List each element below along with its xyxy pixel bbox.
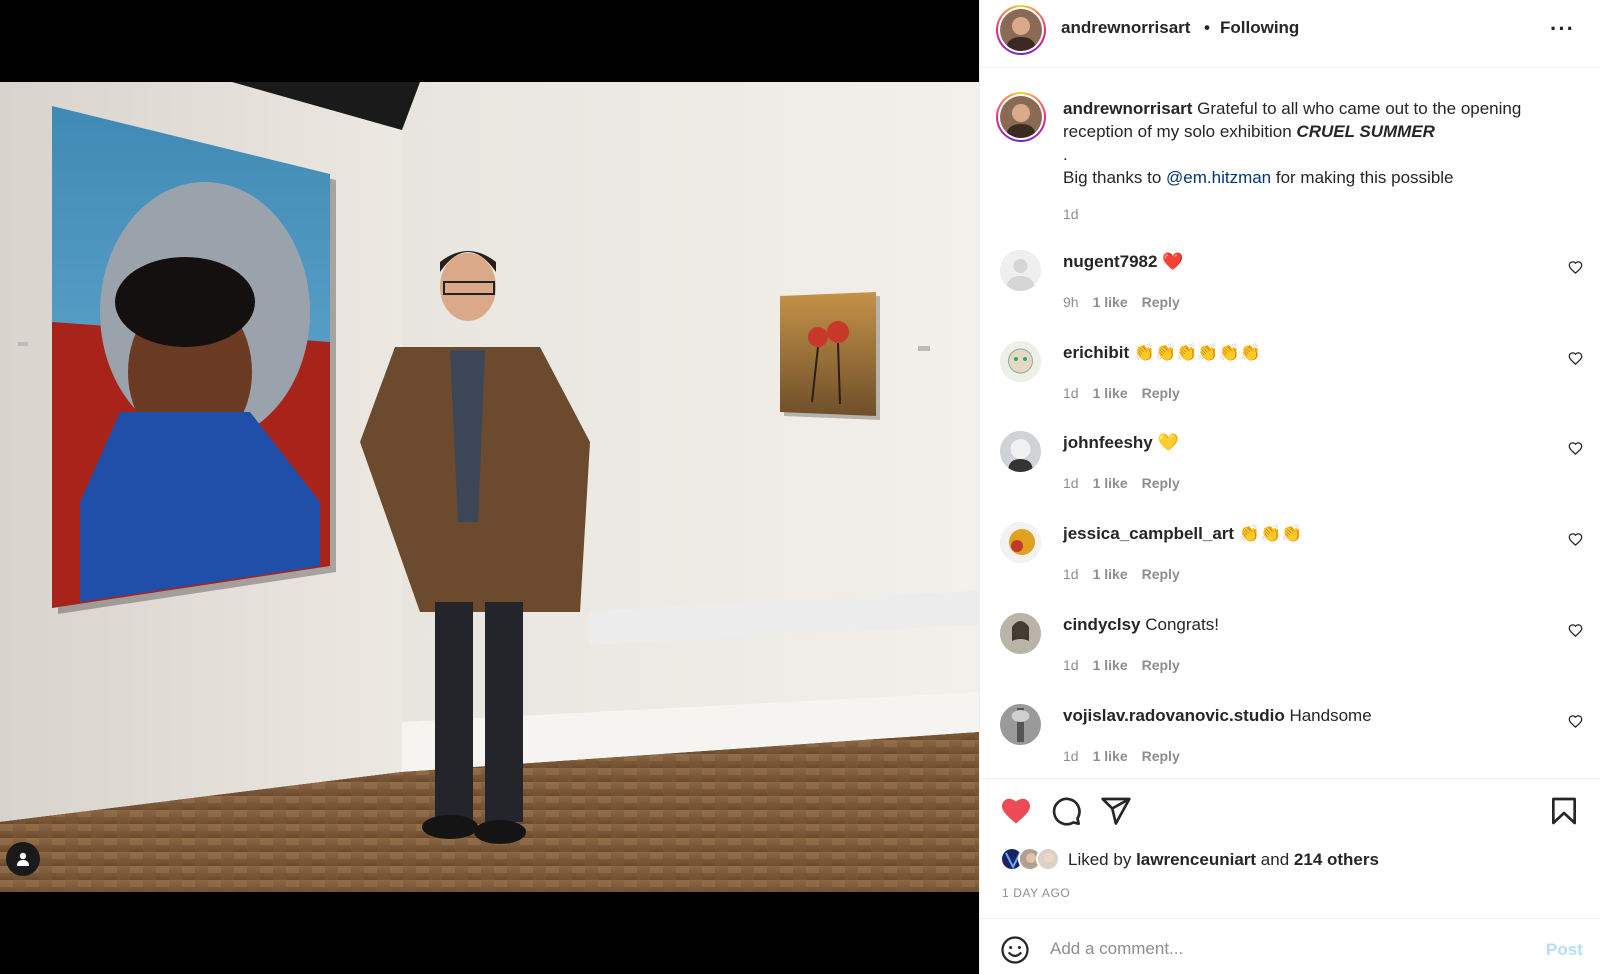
comment-line: erichibit 👏👏👏👏👏👏 [1063, 343, 1261, 363]
liked-by-prefix: Liked by [1068, 850, 1132, 869]
comment-time[interactable]: 1d [1063, 566, 1079, 582]
heart-filled-icon[interactable] [1000, 795, 1032, 827]
comment-time[interactable]: 1d [1063, 657, 1079, 673]
post-details-panel: andrewnorrisart • Following ··· andrewno… [979, 0, 1600, 974]
comment-item: cindyclsy Congrats! 1d 1 like Reply [980, 613, 1600, 705]
comment-text: Handsome [1289, 706, 1372, 725]
liked-by-user[interactable]: lawrenceuniart [1136, 850, 1256, 869]
comment-likes[interactable]: 1 like [1093, 294, 1128, 310]
comment-line: vojislav.radovanovic.studio Handsome [1063, 706, 1372, 726]
comment-meta: 1d 1 like Reply [1063, 475, 1194, 491]
comment-meta: 1d 1 like Reply [1063, 385, 1194, 401]
comment-meta: 1d 1 like Reply [1063, 566, 1194, 582]
comment-like-heart-icon[interactable] [1568, 351, 1583, 366]
comment-likes[interactable]: 1 like [1093, 385, 1128, 401]
comment-username[interactable]: vojislav.radovanovic.studio [1063, 706, 1285, 725]
comment-like-heart-icon[interactable] [1568, 441, 1583, 456]
comment-username[interactable]: nugent7982 [1063, 252, 1157, 271]
caption-username[interactable]: andrewnorrisart [1063, 99, 1192, 118]
comment-username[interactable]: cindyclsy [1063, 615, 1141, 634]
comment-time[interactable]: 1d [1063, 748, 1079, 764]
comment-bubble-icon[interactable] [1050, 795, 1082, 827]
liked-by-avatars[interactable] [1000, 847, 1066, 873]
comment-like-heart-icon[interactable] [1568, 260, 1583, 275]
caption-dot-line: . [1063, 145, 1068, 164]
likes-count-link[interactable]: 214 others [1294, 850, 1379, 869]
comment-username[interactable]: jessica_campbell_art [1063, 524, 1234, 543]
liked-by-text: Liked by lawrenceuniart and 214 others [1068, 850, 1379, 870]
comments-section[interactable]: andrewnorrisart Grateful to all who came… [980, 69, 1600, 778]
comment-meta: 1d 1 like Reply [1063, 657, 1194, 673]
more-options-icon[interactable]: ··· [1550, 18, 1575, 40]
user-tag-icon[interactable] [6, 842, 40, 876]
reply-button[interactable]: Reply [1142, 294, 1180, 310]
comment-text: 💛 [1157, 433, 1179, 452]
comment-text: 👏👏👏👏👏👏 [1133, 343, 1261, 362]
comment-item: nugent7982 ❤️ 9h 1 like Reply [980, 250, 1600, 342]
comment-likes[interactable]: 1 like [1093, 566, 1128, 582]
reply-button[interactable]: Reply [1142, 475, 1180, 491]
comment-time[interactable]: 1d [1063, 475, 1079, 491]
comment-text: ❤️ [1162, 252, 1184, 271]
comment-line: johnfeeshy 💛 [1063, 433, 1179, 453]
separator-dot: • [1204, 18, 1210, 37]
comment-like-heart-icon[interactable] [1568, 714, 1583, 729]
reply-button[interactable]: Reply [1142, 657, 1180, 673]
post-age[interactable]: 1 DAY AGO [1002, 886, 1070, 900]
caption-text: andrewnorrisart Grateful to all who came… [1063, 97, 1583, 189]
liked-by-and: and [1260, 850, 1290, 869]
add-comment-bar: Post [980, 918, 1600, 974]
post-media-panel [0, 0, 979, 974]
commenter-avatar[interactable] [1000, 250, 1041, 291]
bookmark-icon[interactable] [1548, 795, 1580, 827]
commenter-avatar[interactable] [1000, 613, 1041, 654]
comment-like-heart-icon[interactable] [1568, 623, 1583, 638]
commenter-avatar[interactable] [1000, 522, 1041, 563]
post-actions: Liked by lawrenceuniart and 214 others 1… [980, 778, 1600, 974]
reply-button[interactable]: Reply [1142, 385, 1180, 401]
thanks-suffix: for making this possible [1275, 168, 1454, 187]
author-username[interactable]: andrewnorrisart [1061, 18, 1190, 38]
smiley-icon[interactable] [1000, 935, 1030, 965]
comment-likes[interactable]: 1 like [1093, 657, 1128, 673]
comment-line: cindyclsy Congrats! [1063, 615, 1219, 635]
caption-timestamp[interactable]: 1d [1063, 206, 1079, 222]
commenter-avatar[interactable] [1000, 704, 1041, 745]
commenter-avatar[interactable] [1000, 341, 1041, 382]
comment-item: erichibit 👏👏👏👏👏👏 1d 1 like Reply [980, 341, 1600, 433]
paper-plane-icon[interactable] [1100, 795, 1132, 827]
comment-likes[interactable]: 1 like [1093, 748, 1128, 764]
thanks-prefix: Big thanks to [1063, 168, 1162, 187]
comment-like-heart-icon[interactable] [1568, 532, 1583, 547]
post-header: andrewnorrisart • Following ··· [980, 0, 1600, 68]
comment-item: vojislav.radovanovic.studio Handsome 1d 1… [980, 704, 1600, 778]
commenter-avatar[interactable] [1000, 431, 1041, 472]
comment-meta: 1d 1 like Reply [1063, 748, 1194, 764]
comment-username[interactable]: erichibit [1063, 343, 1129, 362]
comment-text: 👏👏👏 [1238, 524, 1303, 543]
comment-item: johnfeeshy 💛 1d 1 like Reply [980, 431, 1600, 523]
caption-avatar[interactable] [996, 92, 1046, 142]
comment-time[interactable]: 1d [1063, 385, 1079, 401]
mention-link[interactable]: @em.hitzman [1166, 168, 1271, 187]
comment-text: Congrats! [1145, 615, 1219, 634]
reply-button[interactable]: Reply [1142, 748, 1180, 764]
post-photo[interactable] [0, 82, 979, 892]
comment-likes[interactable]: 1 like [1093, 475, 1128, 491]
comment-input[interactable] [1050, 939, 1510, 959]
author-avatar[interactable] [996, 5, 1046, 55]
exhibition-title: CRUEL SUMMER [1296, 122, 1435, 141]
following-button[interactable]: Following [1220, 18, 1299, 38]
comment-username[interactable]: johnfeeshy [1063, 433, 1153, 452]
post-comment-button[interactable]: Post [1546, 940, 1583, 960]
comment-line: jessica_campbell_art 👏👏👏 [1063, 524, 1302, 544]
comment-meta: 9h 1 like Reply [1063, 294, 1194, 310]
comment-time[interactable]: 9h [1063, 294, 1079, 310]
comment-line: nugent7982 ❤️ [1063, 252, 1183, 272]
liker-avatar [1036, 847, 1060, 871]
reply-button[interactable]: Reply [1142, 566, 1180, 582]
comment-item: jessica_campbell_art 👏👏👏 1d 1 like Reply [980, 522, 1600, 614]
